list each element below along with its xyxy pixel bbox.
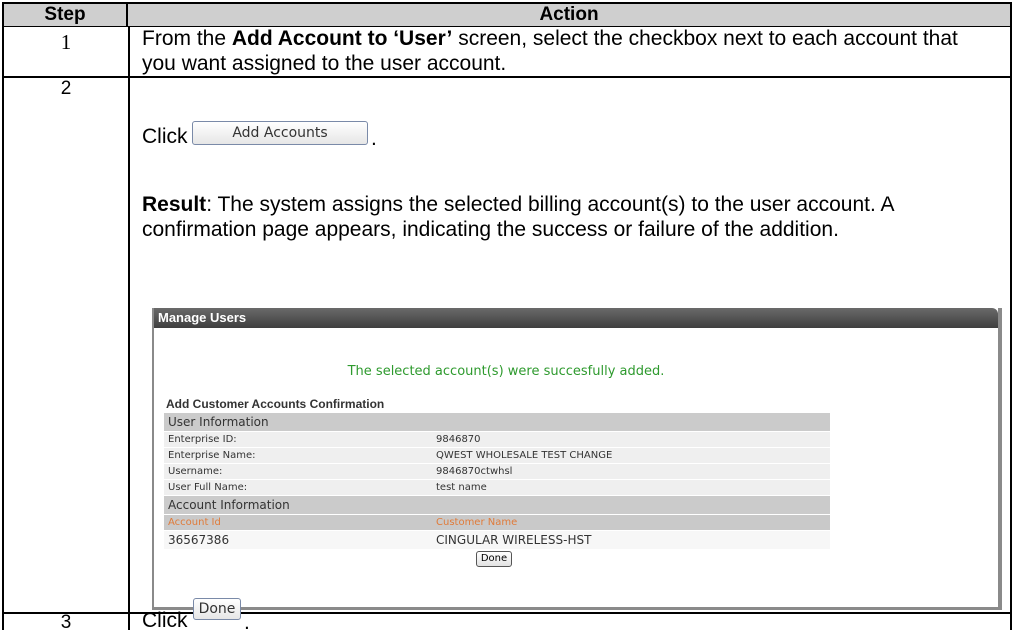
col-account-id[interactable]: Account Id: [164, 514, 432, 531]
success-message: The selected account(s) were succesfully…: [347, 364, 665, 379]
table-row: Username: 9846870ctwhsl: [164, 463, 830, 480]
account-info-header: Account Information: [164, 495, 830, 515]
screenshot-bottom-border: [154, 601, 998, 610]
header-step: Step: [4, 4, 128, 26]
step-1-prefix: From the: [142, 27, 232, 50]
table-row: Enterprise ID: 9846870: [164, 431, 830, 448]
user-info-header: User Information: [164, 413, 830, 432]
step-3-click-label: Click: [142, 609, 188, 632]
result-label: Result: [142, 193, 207, 216]
step-number-2: 2: [60, 78, 72, 99]
field-value: test name: [432, 479, 830, 496]
table-row: User Full Name: test name: [164, 479, 830, 496]
result-text: : The system assigns the selected billin…: [142, 193, 894, 241]
step-number-3: 3: [60, 612, 72, 633]
table-row: Enterprise Name: QWEST WHOLESALE TEST CH…: [164, 447, 830, 464]
window-title: Manage Users: [154, 308, 998, 328]
add-accounts-button[interactable]: Add Accounts: [192, 121, 368, 145]
table-header-row: Step Action: [4, 4, 1010, 27]
customer-name: CINGULAR WIRELESS-HST: [432, 530, 830, 550]
step-3-period: .: [244, 611, 250, 634]
step-1-text: From the Add Account to ‘User’ screen, s…: [142, 26, 992, 76]
confirmation-table: User Information Enterprise ID: 9846870 …: [164, 413, 830, 550]
col-customer-name[interactable]: Customer Name: [432, 514, 830, 531]
procedure-table: Step Action 1 From the Add Account to ‘U…: [2, 2, 1012, 634]
field-label: Enterprise Name:: [164, 447, 432, 464]
confirmation-title: Add Customer Accounts Confirmation: [166, 397, 385, 411]
done-button-screenshot[interactable]: Done: [476, 551, 512, 567]
step-number-1: 1: [60, 30, 72, 54]
step-2-click-text: Click: [142, 124, 188, 149]
manage-users-screenshot: Manage Users The selected account(s) wer…: [152, 308, 1002, 610]
field-value: QWEST WHOLESALE TEST CHANGE: [432, 447, 830, 464]
column-divider: [128, 26, 130, 630]
field-label: User Full Name:: [164, 479, 432, 496]
step-2-click-label: Click: [142, 125, 188, 148]
done-button[interactable]: Done: [193, 598, 241, 620]
field-label: Enterprise ID:: [164, 431, 432, 448]
field-label: Username:: [164, 463, 432, 480]
field-value: 9846870ctwhsl: [432, 463, 830, 480]
account-id: 36567386: [164, 530, 432, 550]
header-action: Action: [539, 4, 599, 25]
step-1-screen-name: Add Account to ‘User’: [231, 27, 453, 50]
table-row: 36567386 CINGULAR WIRELESS-HST: [164, 530, 830, 550]
step-2-period: .: [371, 127, 377, 150]
field-value: 9846870: [432, 431, 830, 448]
step-2-result: Result: The system assigns the selected …: [142, 192, 992, 242]
row-divider: [4, 76, 1010, 78]
step-3-click-text: Click: [142, 608, 188, 633]
column-header-row: Account Id Customer Name: [164, 514, 830, 531]
